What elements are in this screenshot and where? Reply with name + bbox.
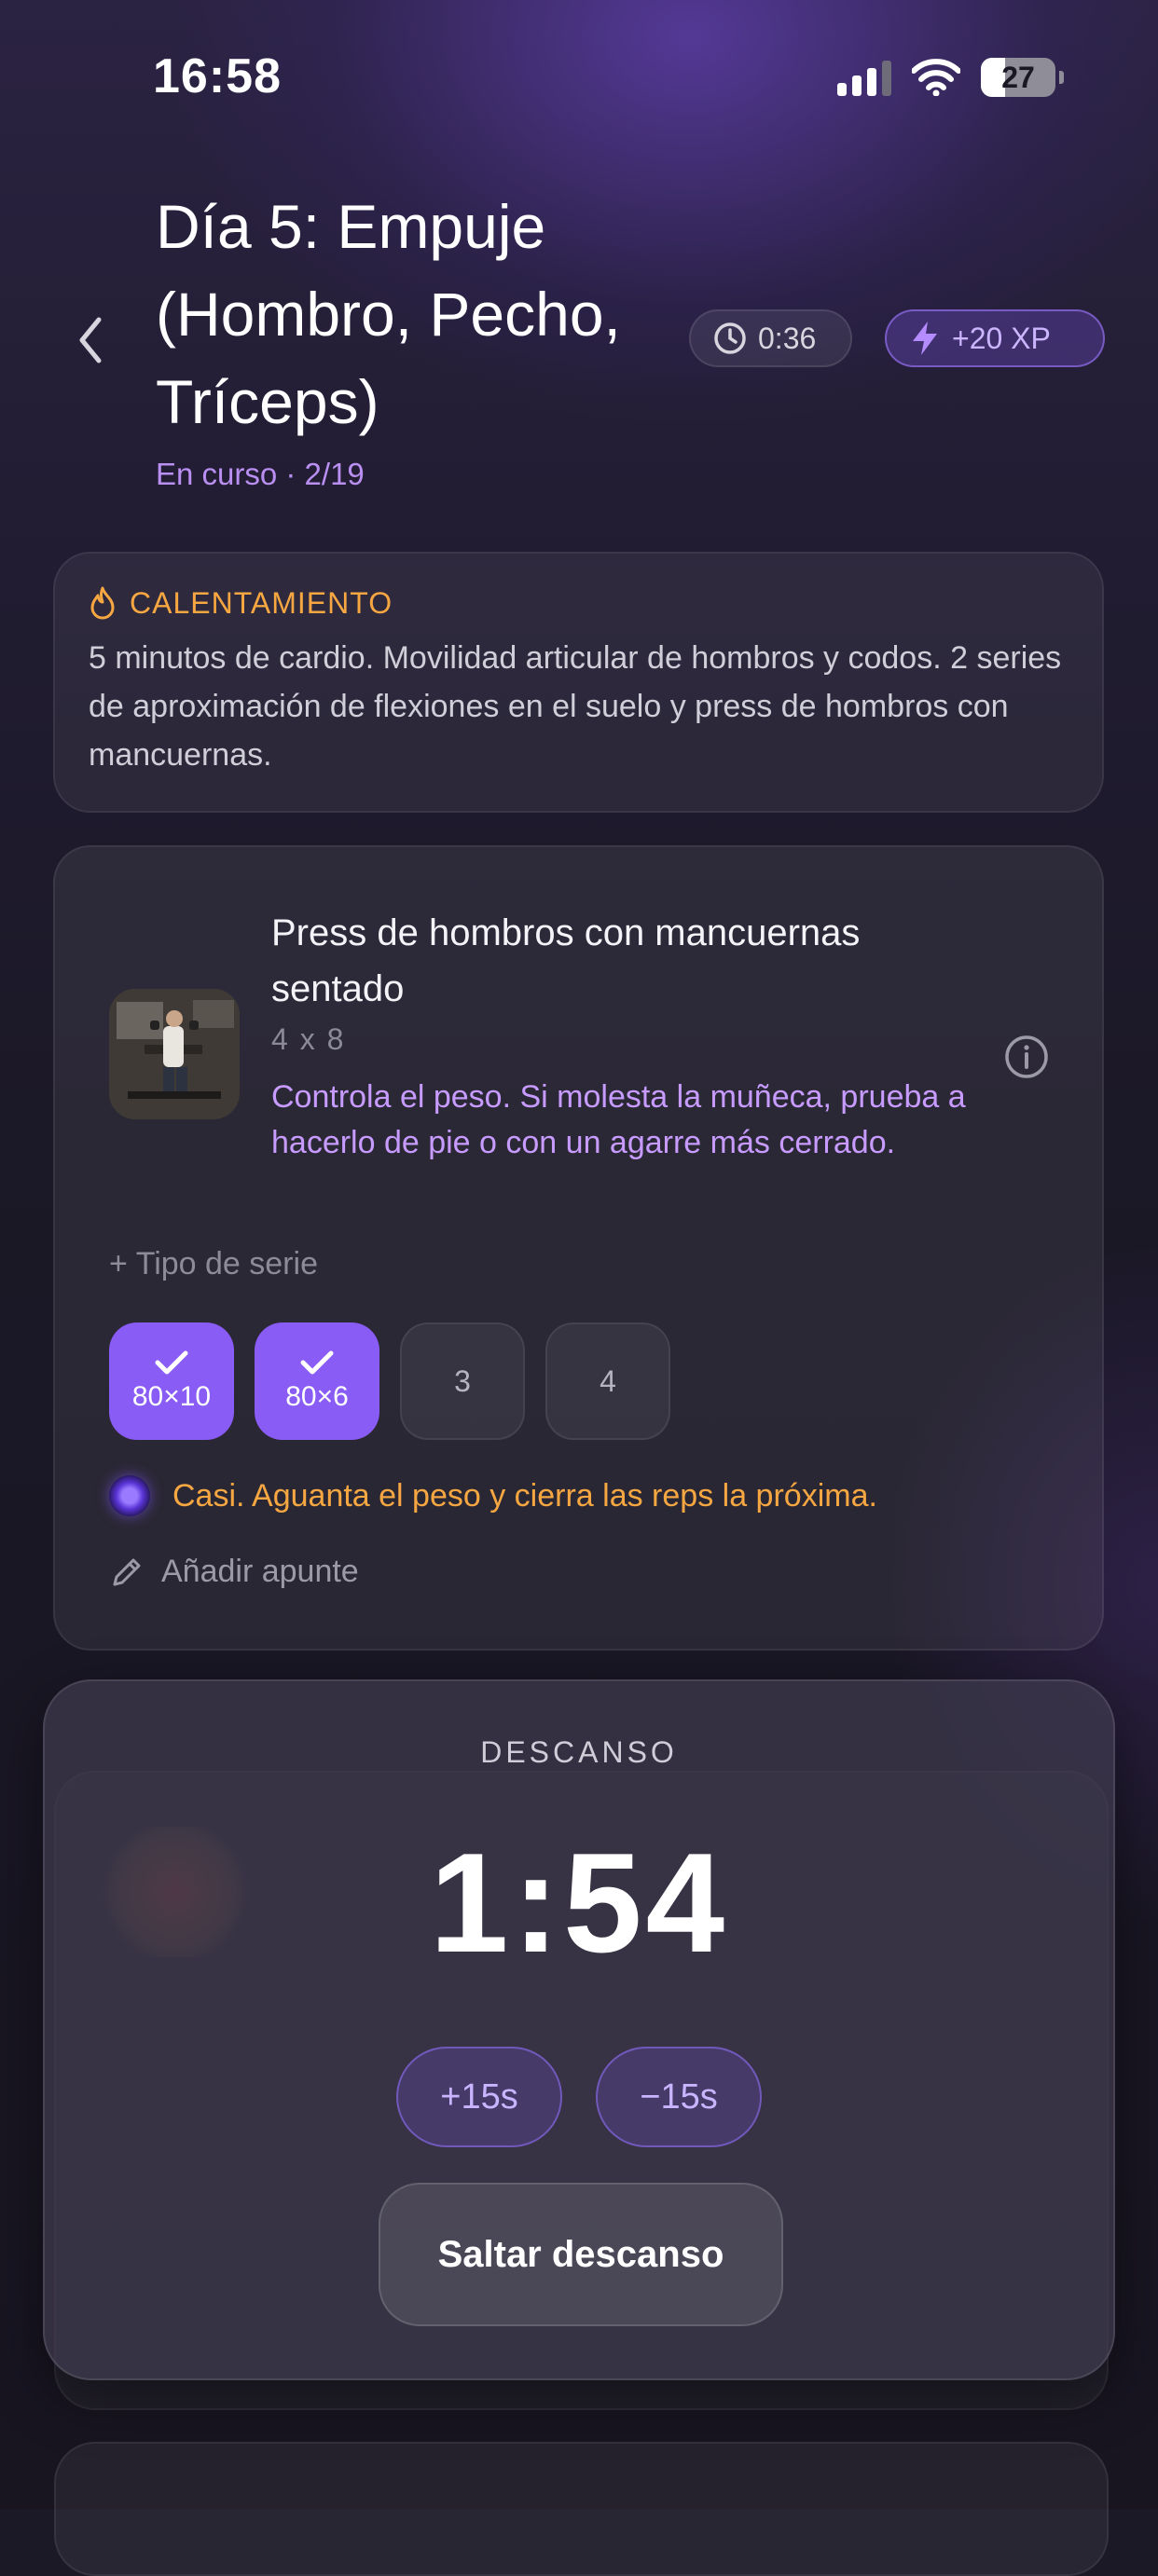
info-icon	[1005, 1035, 1048, 1078]
pencil-icon	[113, 1558, 141, 1585]
check-icon	[300, 1350, 334, 1375]
add-series-type-button[interactable]: + Tipo de serie	[109, 1246, 318, 1282]
exercise-sets-reps: 4 x 8	[271, 1022, 346, 1056]
subtract-15s-button[interactable]: −15s	[596, 2047, 762, 2147]
rest-adjust-buttons: +15s −15s	[45, 2047, 1113, 2147]
add-note-label: Añadir apunte	[161, 1554, 359, 1589]
status-time: 16:58	[153, 49, 282, 103]
add-note-button[interactable]: Añadir apunte	[109, 1554, 359, 1590]
rest-label: DESCANSO	[480, 1735, 678, 1769]
wifi-icon	[912, 59, 960, 96]
set-chip-3[interactable]: 3	[400, 1322, 525, 1440]
exercise-photo	[109, 989, 240, 1119]
status-icons: 27	[837, 56, 1064, 99]
check-icon	[155, 1350, 188, 1375]
set-chip-label: 4	[600, 1363, 616, 1398]
set-chip-2[interactable]: 80×6	[255, 1322, 379, 1440]
warmup-label: CALENTAMIENTO	[130, 585, 393, 620]
next-card	[54, 2442, 1109, 2576]
set-chip-label: 80×10	[131, 1381, 212, 1412]
warmup-card: CALENTAMIENTO 5 minutos de cardio. Movil…	[53, 552, 1104, 813]
orb-icon	[109, 1475, 150, 1516]
battery-level: 27	[1001, 60, 1035, 94]
set-chip-4[interactable]: 4	[545, 1322, 670, 1440]
flame-icon	[90, 586, 115, 620]
lightning-icon	[913, 322, 937, 355]
set-chips: 80×10 80×6 3 4	[109, 1322, 670, 1440]
exercise-note: Controla el peso. Si molesta la muñeca, …	[271, 1079, 966, 1160]
cellular-signal-icon	[837, 59, 891, 96]
set-chip-label: 3	[454, 1363, 471, 1398]
clock-icon	[714, 322, 746, 354]
battery-icon: 27	[981, 58, 1064, 97]
set-chip-label: 80×6	[285, 1381, 349, 1412]
elapsed-timer-pill: 0:36	[689, 309, 852, 367]
rest-timer-sheet: DESCANSO 1:54 +15s −15s Saltar descanso	[43, 1679, 1115, 2380]
rest-countdown: 1:54	[429, 1824, 729, 1982]
warmup-description: 5 minutos de cardio. Movilidad articular…	[89, 640, 1062, 773]
exercise-name: Press de hombros con mancuernas sentado	[271, 912, 861, 1009]
xp-value: +20 XP	[952, 321, 1051, 355]
page-title: Día 5: Empuje (Hombro, Pecho, Tríceps)	[156, 192, 621, 436]
xp-badge: +20 XP	[885, 309, 1105, 367]
chevron-left-icon	[79, 317, 102, 363]
add-15s-button[interactable]: +15s	[396, 2047, 562, 2147]
coach-tip: Casi. Aguanta el peso y cierra las reps …	[109, 1475, 877, 1516]
elapsed-time: 0:36	[758, 321, 817, 355]
set-chip-1[interactable]: 80×10	[109, 1322, 234, 1440]
workout-progress: En curso · 2/19	[156, 457, 365, 491]
skip-rest-button[interactable]: Saltar descanso	[379, 2183, 783, 2326]
back-button[interactable]	[67, 308, 114, 373]
exercise-info-button[interactable]	[1003, 1034, 1050, 1080]
exercise-card: Press de hombros con mancuernas sentado …	[53, 845, 1104, 1651]
coach-tip-text: Casi. Aguanta el peso y cierra las reps …	[172, 1477, 877, 1514]
exercise-thumbnail[interactable]	[109, 989, 240, 1119]
